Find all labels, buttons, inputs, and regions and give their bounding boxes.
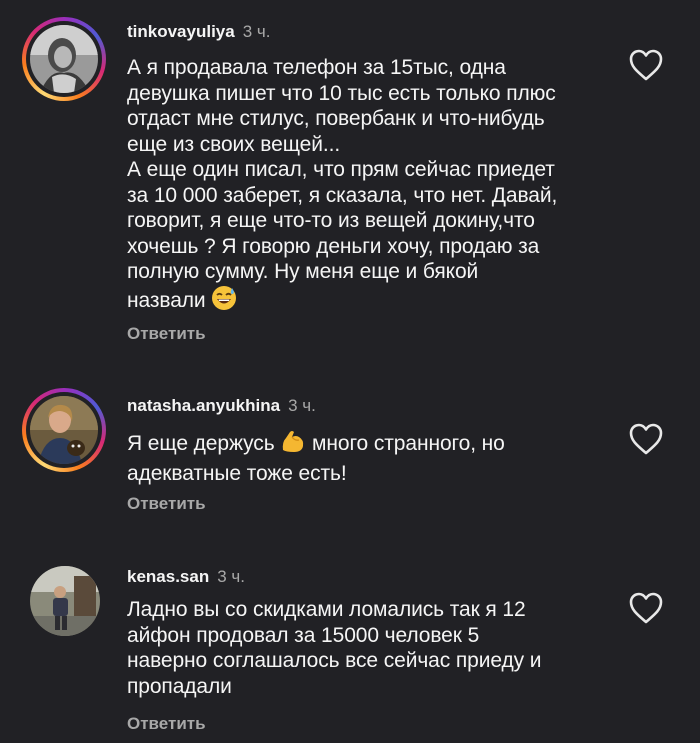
comment-line: А я продавала телефон за 15тыс, одна: [127, 56, 506, 79]
avatar: [30, 396, 98, 464]
avatar[interactable]: [30, 566, 100, 636]
username[interactable]: kenas.san: [127, 567, 209, 586]
flexed-biceps-emoji: [280, 428, 306, 461]
reply-button[interactable]: Ответить: [127, 494, 206, 514]
username[interactable]: natasha.anyukhina: [127, 396, 280, 415]
comment-header: kenas.san 3 ч.: [127, 567, 245, 587]
avatar-story-ring[interactable]: [22, 388, 106, 472]
comment-text: Я еще держусь много странного, но адеква…: [127, 428, 597, 486]
comment-line-text: Я еще держусь: [127, 432, 275, 455]
heart-outline-icon[interactable]: [628, 591, 664, 625]
comment-line: назвали: [127, 285, 597, 318]
comment-line: за 10 000 заберет, я сказала, что нет. Д…: [127, 183, 558, 207]
reply-button[interactable]: Ответить: [127, 324, 206, 344]
comment-line: А еще один писал, что прям сейчас приеде…: [127, 158, 555, 181]
comment-text: Ладно вы со скидками ломались так я 12 а…: [127, 597, 597, 699]
timestamp: 3 ч.: [242, 22, 271, 41]
comment-line: еще из своих вещей...: [127, 132, 341, 156]
comment-line: хочешь ? Я говорю деньги хочу, продаю за: [127, 234, 540, 258]
comment-header: tinkovayuliya 3 ч.: [127, 22, 270, 42]
avatar-story-ring[interactable]: [22, 17, 106, 101]
username[interactable]: tinkovayuliya: [127, 22, 235, 41]
sweat-smile-emoji: [211, 285, 237, 318]
timestamp: 3 ч.: [288, 396, 316, 415]
timestamp: 3 ч.: [217, 567, 245, 586]
comment-header: natasha.anyukhina 3 ч.: [127, 396, 316, 416]
comment-line-text: назвали: [127, 288, 206, 312]
comment-line: наверно соглашалось все сейчас приеду и: [127, 649, 542, 672]
comment-line: полную сумму. Ну меня еще и бякой: [127, 260, 479, 283]
heart-outline-icon[interactable]: [628, 48, 664, 82]
reply-button[interactable]: Ответить: [127, 714, 206, 734]
comment-line: айфон продовал за 15000 человек 5: [127, 623, 480, 647]
comment-line-text: много странного, но: [312, 432, 505, 455]
comment-line: адекватные тоже есть!: [127, 461, 347, 485]
avatar: [30, 25, 98, 93]
comment-text: А я продавала телефон за 15тыс, одна дев…: [127, 55, 597, 317]
comment-line: пропадали: [127, 674, 232, 698]
comment-line: Я еще держусь много странного, но: [127, 428, 597, 461]
comment-line: Ладно вы со скидками ломались так я 12: [127, 598, 526, 621]
comment-line: говорит, я еще что-то из вещей докину,чт…: [127, 209, 535, 232]
comment-line: девушка пишет что 10 тыс есть только плю…: [127, 81, 556, 105]
heart-outline-icon[interactable]: [628, 422, 664, 456]
comment-line: отдаст мне стилус, повербанк и что-нибуд…: [127, 107, 545, 130]
